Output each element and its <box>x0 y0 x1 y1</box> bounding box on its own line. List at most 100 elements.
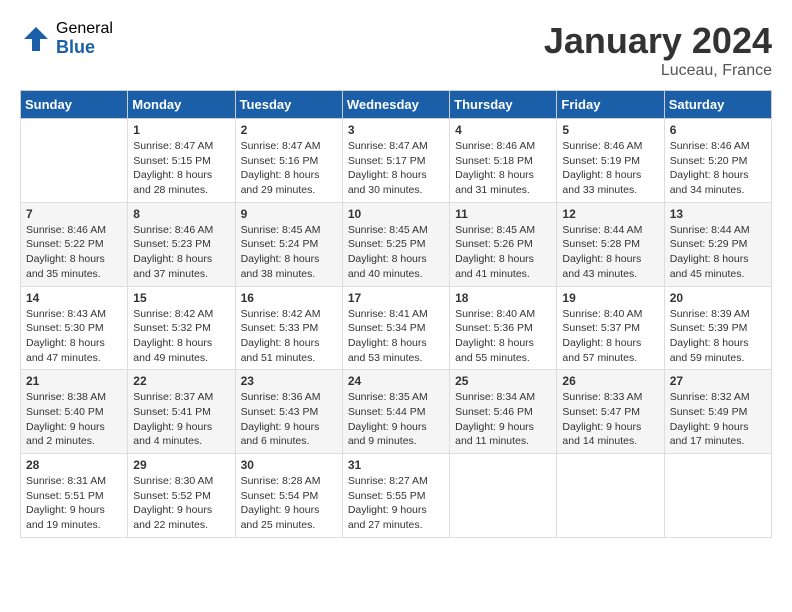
calendar-day-cell <box>557 454 664 538</box>
day-info: Sunrise: 8:40 AMSunset: 5:37 PMDaylight:… <box>562 307 658 366</box>
calendar-day-cell: 3 Sunrise: 8:47 AMSunset: 5:17 PMDayligh… <box>342 119 449 203</box>
day-info: Sunrise: 8:39 AMSunset: 5:39 PMDaylight:… <box>670 307 766 366</box>
day-info: Sunrise: 8:46 AMSunset: 5:19 PMDaylight:… <box>562 139 658 198</box>
calendar-day-cell: 22 Sunrise: 8:37 AMSunset: 5:41 PMDaylig… <box>128 370 235 454</box>
day-number: 10 <box>348 207 444 221</box>
weekday-header: Saturday <box>664 91 771 119</box>
day-number: 29 <box>133 458 229 472</box>
day-number: 6 <box>670 123 766 137</box>
day-number: 8 <box>133 207 229 221</box>
calendar-day-cell: 14 Sunrise: 8:43 AMSunset: 5:30 PMDaylig… <box>21 286 128 370</box>
weekday-header: Friday <box>557 91 664 119</box>
day-info: Sunrise: 8:45 AMSunset: 5:25 PMDaylight:… <box>348 223 444 282</box>
logo-text: General Blue <box>56 20 113 57</box>
day-number: 25 <box>455 374 551 388</box>
calendar-day-cell: 21 Sunrise: 8:38 AMSunset: 5:40 PMDaylig… <box>21 370 128 454</box>
day-info: Sunrise: 8:46 AMSunset: 5:22 PMDaylight:… <box>26 223 122 282</box>
day-info: Sunrise: 8:33 AMSunset: 5:47 PMDaylight:… <box>562 390 658 449</box>
day-info: Sunrise: 8:42 AMSunset: 5:32 PMDaylight:… <box>133 307 229 366</box>
day-number: 27 <box>670 374 766 388</box>
day-number: 28 <box>26 458 122 472</box>
calendar-day-cell: 28 Sunrise: 8:31 AMSunset: 5:51 PMDaylig… <box>21 454 128 538</box>
day-number: 9 <box>241 207 337 221</box>
day-number: 31 <box>348 458 444 472</box>
calendar-day-cell: 4 Sunrise: 8:46 AMSunset: 5:18 PMDayligh… <box>450 119 557 203</box>
calendar-table: SundayMondayTuesdayWednesdayThursdayFrid… <box>20 90 772 538</box>
day-info: Sunrise: 8:44 AMSunset: 5:29 PMDaylight:… <box>670 223 766 282</box>
calendar-day-cell: 13 Sunrise: 8:44 AMSunset: 5:29 PMDaylig… <box>664 202 771 286</box>
weekday-header: Sunday <box>21 91 128 119</box>
day-info: Sunrise: 8:37 AMSunset: 5:41 PMDaylight:… <box>133 390 229 449</box>
calendar-day-cell: 1 Sunrise: 8:47 AMSunset: 5:15 PMDayligh… <box>128 119 235 203</box>
calendar-day-cell: 20 Sunrise: 8:39 AMSunset: 5:39 PMDaylig… <box>664 286 771 370</box>
day-number: 12 <box>562 207 658 221</box>
calendar-day-cell: 17 Sunrise: 8:41 AMSunset: 5:34 PMDaylig… <box>342 286 449 370</box>
calendar-week-row: 28 Sunrise: 8:31 AMSunset: 5:51 PMDaylig… <box>21 454 772 538</box>
day-number: 7 <box>26 207 122 221</box>
calendar-day-cell: 18 Sunrise: 8:40 AMSunset: 5:36 PMDaylig… <box>450 286 557 370</box>
calendar-day-cell: 12 Sunrise: 8:44 AMSunset: 5:28 PMDaylig… <box>557 202 664 286</box>
day-number: 4 <box>455 123 551 137</box>
day-number: 3 <box>348 123 444 137</box>
calendar-day-cell: 11 Sunrise: 8:45 AMSunset: 5:26 PMDaylig… <box>450 202 557 286</box>
calendar-day-cell <box>21 119 128 203</box>
calendar-day-cell: 26 Sunrise: 8:33 AMSunset: 5:47 PMDaylig… <box>557 370 664 454</box>
day-number: 18 <box>455 291 551 305</box>
calendar-day-cell: 7 Sunrise: 8:46 AMSunset: 5:22 PMDayligh… <box>21 202 128 286</box>
logo-blue: Blue <box>56 38 113 58</box>
calendar-day-cell: 9 Sunrise: 8:45 AMSunset: 5:24 PMDayligh… <box>235 202 342 286</box>
day-number: 19 <box>562 291 658 305</box>
month-title: January 2024 <box>544 20 772 62</box>
day-info: Sunrise: 8:34 AMSunset: 5:46 PMDaylight:… <box>455 390 551 449</box>
logo-icon <box>20 23 52 55</box>
logo: General Blue <box>20 20 113 57</box>
calendar-week-row: 14 Sunrise: 8:43 AMSunset: 5:30 PMDaylig… <box>21 286 772 370</box>
day-info: Sunrise: 8:30 AMSunset: 5:52 PMDaylight:… <box>133 474 229 533</box>
day-info: Sunrise: 8:27 AMSunset: 5:55 PMDaylight:… <box>348 474 444 533</box>
calendar-day-cell <box>664 454 771 538</box>
day-number: 24 <box>348 374 444 388</box>
weekday-header-row: SundayMondayTuesdayWednesdayThursdayFrid… <box>21 91 772 119</box>
day-info: Sunrise: 8:38 AMSunset: 5:40 PMDaylight:… <box>26 390 122 449</box>
day-number: 22 <box>133 374 229 388</box>
day-info: Sunrise: 8:47 AMSunset: 5:15 PMDaylight:… <box>133 139 229 198</box>
calendar-day-cell: 10 Sunrise: 8:45 AMSunset: 5:25 PMDaylig… <box>342 202 449 286</box>
day-number: 11 <box>455 207 551 221</box>
day-number: 30 <box>241 458 337 472</box>
calendar-week-row: 1 Sunrise: 8:47 AMSunset: 5:15 PMDayligh… <box>21 119 772 203</box>
calendar-day-cell: 8 Sunrise: 8:46 AMSunset: 5:23 PMDayligh… <box>128 202 235 286</box>
calendar-day-cell <box>450 454 557 538</box>
logo-general: General <box>56 20 113 38</box>
day-info: Sunrise: 8:47 AMSunset: 5:16 PMDaylight:… <box>241 139 337 198</box>
day-number: 2 <box>241 123 337 137</box>
day-number: 17 <box>348 291 444 305</box>
page-header: General Blue January 2024 Luceau, France <box>20 20 772 80</box>
calendar-day-cell: 27 Sunrise: 8:32 AMSunset: 5:49 PMDaylig… <box>664 370 771 454</box>
calendar-day-cell: 24 Sunrise: 8:35 AMSunset: 5:44 PMDaylig… <box>342 370 449 454</box>
day-info: Sunrise: 8:36 AMSunset: 5:43 PMDaylight:… <box>241 390 337 449</box>
calendar-week-row: 21 Sunrise: 8:38 AMSunset: 5:40 PMDaylig… <box>21 370 772 454</box>
calendar-week-row: 7 Sunrise: 8:46 AMSunset: 5:22 PMDayligh… <box>21 202 772 286</box>
calendar-day-cell: 5 Sunrise: 8:46 AMSunset: 5:19 PMDayligh… <box>557 119 664 203</box>
day-info: Sunrise: 8:47 AMSunset: 5:17 PMDaylight:… <box>348 139 444 198</box>
weekday-header: Monday <box>128 91 235 119</box>
calendar-day-cell: 15 Sunrise: 8:42 AMSunset: 5:32 PMDaylig… <box>128 286 235 370</box>
day-number: 20 <box>670 291 766 305</box>
day-info: Sunrise: 8:46 AMSunset: 5:23 PMDaylight:… <box>133 223 229 282</box>
day-info: Sunrise: 8:46 AMSunset: 5:20 PMDaylight:… <box>670 139 766 198</box>
day-info: Sunrise: 8:28 AMSunset: 5:54 PMDaylight:… <box>241 474 337 533</box>
calendar-day-cell: 16 Sunrise: 8:42 AMSunset: 5:33 PMDaylig… <box>235 286 342 370</box>
calendar-day-cell: 23 Sunrise: 8:36 AMSunset: 5:43 PMDaylig… <box>235 370 342 454</box>
day-info: Sunrise: 8:42 AMSunset: 5:33 PMDaylight:… <box>241 307 337 366</box>
weekday-header: Thursday <box>450 91 557 119</box>
calendar-day-cell: 29 Sunrise: 8:30 AMSunset: 5:52 PMDaylig… <box>128 454 235 538</box>
day-info: Sunrise: 8:45 AMSunset: 5:24 PMDaylight:… <box>241 223 337 282</box>
weekday-header: Wednesday <box>342 91 449 119</box>
day-number: 1 <box>133 123 229 137</box>
day-info: Sunrise: 8:46 AMSunset: 5:18 PMDaylight:… <box>455 139 551 198</box>
day-number: 26 <box>562 374 658 388</box>
day-number: 14 <box>26 291 122 305</box>
calendar-day-cell: 2 Sunrise: 8:47 AMSunset: 5:16 PMDayligh… <box>235 119 342 203</box>
day-info: Sunrise: 8:35 AMSunset: 5:44 PMDaylight:… <box>348 390 444 449</box>
day-info: Sunrise: 8:32 AMSunset: 5:49 PMDaylight:… <box>670 390 766 449</box>
